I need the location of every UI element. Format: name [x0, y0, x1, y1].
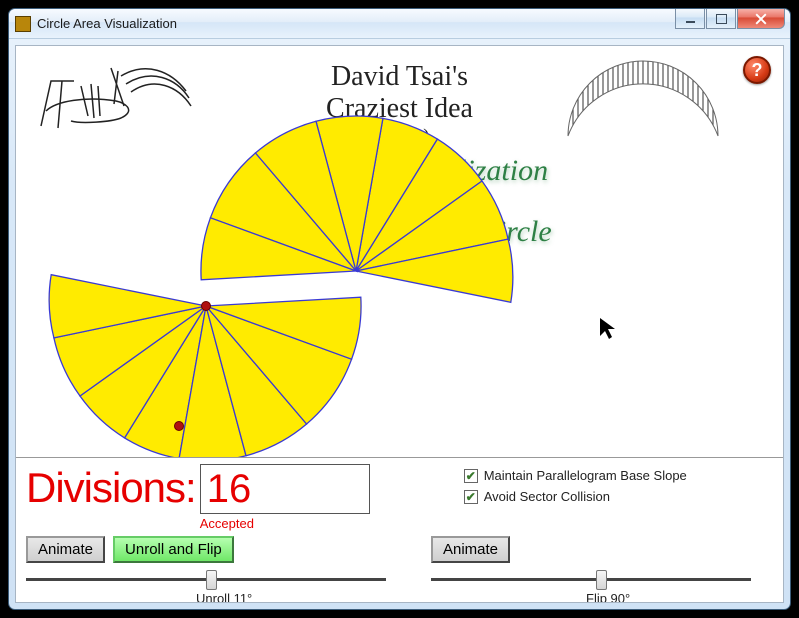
content-area: ? David Tsai's Craziest Idea (So Far) A … [15, 45, 784, 603]
divisions-input[interactable] [200, 464, 370, 514]
maximize-button[interactable] [706, 9, 736, 29]
maintain-slope-label: Maintain Parallelogram Base Slope [484, 468, 687, 483]
window-controls [675, 9, 785, 29]
maintain-slope-checkbox[interactable]: ✔ [464, 469, 478, 483]
flip-slider-label: Flip 90° [586, 591, 761, 603]
options-group: ✔ Maintain Parallelogram Base Slope ✔ Av… [464, 468, 687, 504]
window-title: Circle Area Visualization [37, 16, 177, 31]
flip-slider-thumb[interactable] [596, 570, 607, 590]
animate-flip-button[interactable]: Animate [431, 536, 510, 563]
app-icon [15, 16, 31, 32]
close-button[interactable] [737, 9, 785, 29]
titlebar[interactable]: Circle Area Visualization [9, 9, 790, 39]
avoid-collision-label: Avoid Sector Collision [484, 489, 610, 504]
control-panel: Divisions: Accepted ✔ Maintain Parallelo… [16, 457, 783, 602]
unroll-slider[interactable] [26, 567, 416, 591]
animate-unroll-button[interactable]: Animate [26, 536, 105, 563]
avoid-collision-checkbox[interactable]: ✔ [464, 490, 478, 504]
circle-visualization [16, 46, 784, 461]
app-window: Circle Area Visualization [8, 8, 791, 610]
divisions-status: Accepted [200, 516, 370, 531]
unroll-and-flip-button[interactable]: Unroll and Flip [113, 536, 234, 563]
unroll-slider-thumb[interactable] [206, 570, 217, 590]
flip-slider[interactable] [431, 567, 761, 591]
minimize-button[interactable] [675, 9, 705, 29]
divisions-label: Divisions: [26, 464, 196, 512]
unroll-slider-label: Unroll 11° [196, 591, 416, 603]
